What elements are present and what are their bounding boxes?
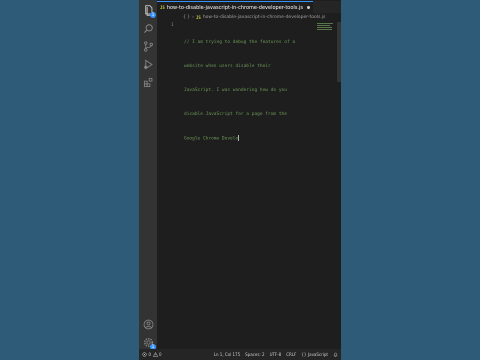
- code-line: JavaScript. I was wondering how do you: [184, 88, 287, 93]
- indentation[interactable]: Spaces: 2: [245, 352, 264, 357]
- chevron-right-icon: ›: [192, 14, 194, 20]
- code-line: Google Chrome Develo: [184, 136, 239, 142]
- code-line: website when users disable their: [184, 64, 271, 69]
- notifications-bell-icon[interactable]: [333, 352, 338, 357]
- breadcrumb: { } › JS how-to-disable-javascript-in-ch…: [157, 12, 341, 22]
- code-line: // I am trying to debug the features of …: [184, 40, 296, 45]
- encoding[interactable]: UTF-8: [270, 352, 282, 357]
- minimap[interactable]: [317, 23, 335, 35]
- explorer-icon[interactable]: 1: [142, 4, 156, 18]
- code-line: disable JavaScript for a page from the: [184, 112, 287, 117]
- search-icon[interactable]: [142, 22, 154, 34]
- breadcrumb-js-icon: JS: [195, 14, 201, 20]
- language-mode[interactable]: {} JavaScript: [301, 352, 328, 357]
- unsaved-dot-icon[interactable]: [306, 6, 310, 9]
- vertical-scrollbar[interactable]: [337, 22, 341, 349]
- cursor-position[interactable]: Ln 1, Col 175: [214, 352, 240, 357]
- end-of-line[interactable]: CRLF: [286, 352, 296, 357]
- code-content[interactable]: // I am trying to debug the features of …: [184, 23, 324, 160]
- warning-icon: [152, 352, 158, 357]
- text-cursor: [238, 135, 239, 141]
- run-debug-icon[interactable]: [142, 58, 154, 70]
- line-number: 1: [171, 23, 174, 28]
- code-editor[interactable]: 1 // I am trying to debug the features o…: [157, 22, 341, 349]
- breadcrumb-braces[interactable]: { }: [183, 15, 190, 20]
- breadcrumb-file[interactable]: how-to-disable-javascript-in-chrome-deve…: [203, 15, 326, 20]
- error-count: 0: [148, 352, 152, 357]
- braces-icon: {}: [301, 352, 307, 357]
- editor-area: JS how-to-disable-javascript-in-chrome-d…: [157, 0, 341, 349]
- warning-count: 0: [159, 352, 162, 357]
- extensions-icon[interactable]: [142, 76, 154, 88]
- status-bar: 0 0 Ln 1, Col 175 Spaces: 2 UTF-8 CRLF {…: [139, 349, 341, 360]
- tab-label: how-to-disable-javascript-in-chrome-deve…: [166, 4, 303, 11]
- vscode-window: 1 1 JS how-to-disable-javascript-in-chro…: [139, 0, 341, 360]
- explorer-badge: 1: [150, 12, 156, 18]
- js-file-icon: JS: [160, 5, 165, 10]
- problems-indicator[interactable]: 0 0: [142, 352, 162, 357]
- settings-gear-icon[interactable]: 1: [142, 336, 156, 350]
- scrollbar-thumb[interactable]: [337, 22, 341, 82]
- account-icon[interactable]: [142, 318, 154, 330]
- activity-bar: 1 1: [139, 0, 157, 350]
- language-label: JavaScript: [307, 352, 328, 357]
- error-icon: [142, 352, 147, 357]
- source-control-icon[interactable]: [142, 40, 154, 52]
